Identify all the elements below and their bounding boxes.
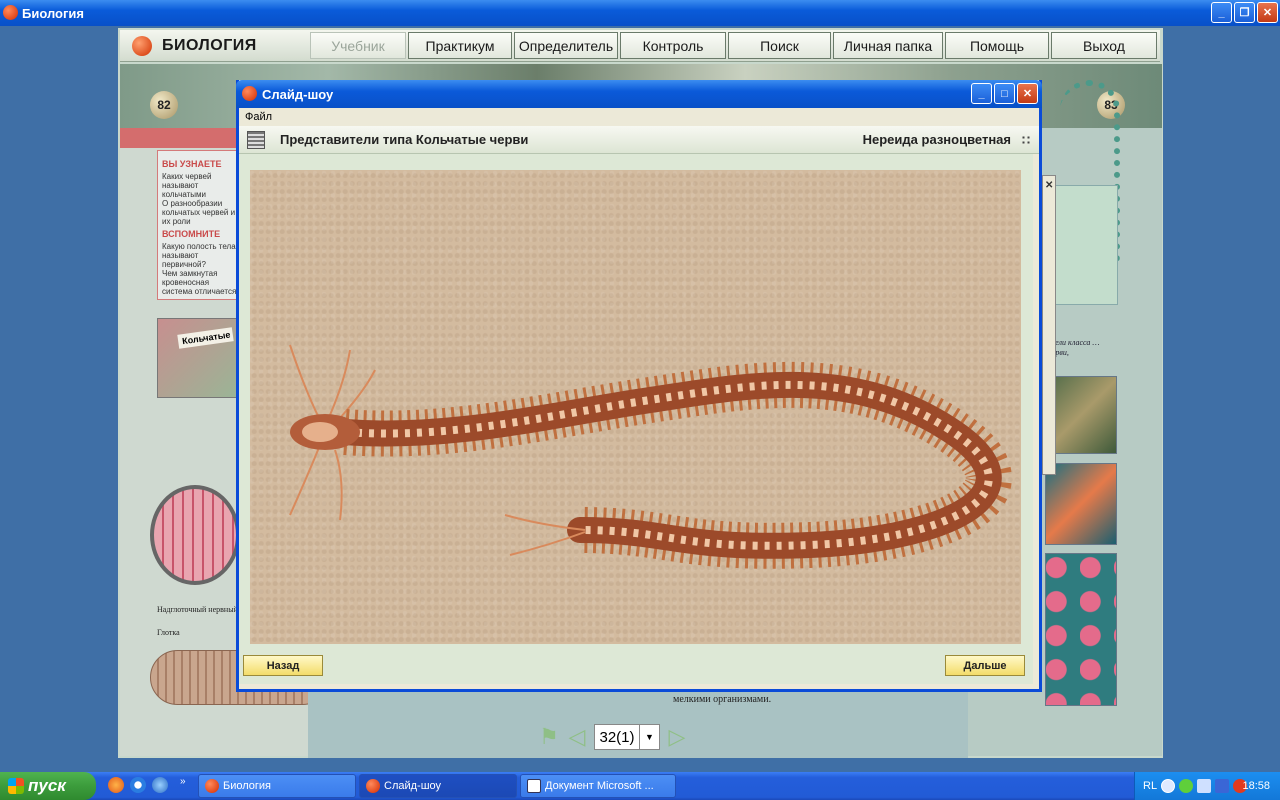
- brand-label: БИОЛОГИЯ: [162, 36, 257, 54]
- menu-practicum[interactable]: Практикум: [408, 32, 512, 59]
- next-page-icon[interactable]: ▷: [666, 726, 688, 748]
- chevron-down-icon[interactable]: ▼: [640, 724, 660, 750]
- page-input[interactable]: 32(1): [594, 724, 640, 750]
- task-slideshow[interactable]: Слайд-шоу: [359, 774, 517, 798]
- browser-icon[interactable]: [152, 777, 168, 793]
- diagram-label-pharynx: Глотка: [157, 628, 180, 637]
- task-label: Слайд-шоу: [384, 780, 442, 792]
- menu-control[interactable]: Контроль: [620, 32, 726, 59]
- apple-app-icon: [205, 779, 219, 793]
- menu-textbook[interactable]: Учебник: [310, 32, 406, 59]
- classification-card: Кольчатые: [157, 318, 239, 398]
- bookmark-icon[interactable]: ⚑: [538, 726, 560, 748]
- learn-item: Каких червей называют кольчатыми: [162, 172, 212, 199]
- windows-flag-icon: [8, 778, 24, 794]
- slideshow-maximize-button[interactable]: □: [994, 83, 1015, 104]
- menu-identifier[interactable]: Определитель: [514, 32, 618, 59]
- firefox-icon[interactable]: [108, 777, 124, 793]
- task-label: Документ Microsoft ...: [545, 780, 654, 792]
- close-icon[interactable]: ✕: [1045, 180, 1053, 191]
- language-indicator[interactable]: RL: [1143, 780, 1157, 792]
- main-window-titlebar[interactable]: Биология _ ❐ ✕: [0, 0, 1280, 26]
- app-menu-bar: БИОЛОГИЯ Учебник Практикум Определитель …: [120, 30, 1160, 62]
- menu-search[interactable]: Поиск: [728, 32, 831, 59]
- word-document-icon: [527, 779, 541, 793]
- recall-heading: ВСПОМНИТЕ: [162, 229, 221, 239]
- tray-arrow-icon[interactable]: [1161, 779, 1176, 793]
- slideshow-title: Слайд-шоу: [262, 86, 334, 102]
- next-button[interactable]: Дальше: [945, 655, 1025, 676]
- clock: 18:58: [1242, 780, 1270, 792]
- task-label: Биология: [223, 780, 272, 792]
- magnifier-illustration: [150, 485, 240, 585]
- side-panel-edge: ✕: [1042, 175, 1056, 475]
- start-button[interactable]: пуск: [0, 772, 96, 800]
- minimize-button[interactable]: _: [1211, 2, 1232, 23]
- document-icon: [247, 130, 265, 149]
- menu-exit[interactable]: Выход: [1051, 32, 1157, 59]
- learn-item: О разнообразии кольчатых червей и их рол…: [162, 199, 236, 226]
- slideshow-header: Представители типа Кольчатые черви Нереи…: [239, 126, 1039, 154]
- learn-heading: ВЫ УЗНАЕТЕ: [162, 159, 222, 169]
- main-window-title: Биология: [22, 5, 84, 21]
- section-title: Представители типа Кольчатые черви: [280, 132, 529, 147]
- apple-logo-icon: [132, 35, 152, 56]
- back-button[interactable]: Назад: [243, 655, 323, 676]
- task-word-document[interactable]: Документ Microsoft ...: [520, 774, 676, 798]
- menu-personal-folder[interactable]: Личная папка: [833, 32, 943, 59]
- taskbar: пуск » Биология Слайд-шоу Документ Micro…: [0, 772, 1280, 800]
- shield-icon[interactable]: [1179, 779, 1194, 793]
- volume-icon[interactable]: [1197, 779, 1212, 793]
- learn-box: ВЫ УЗНАЕТЕ Каких червей называют кольчат…: [157, 150, 242, 300]
- restore-button[interactable]: ❐: [1234, 2, 1255, 23]
- media-player-icon[interactable]: [130, 777, 146, 793]
- right-photo-2: [1045, 463, 1117, 545]
- page-navigator: ⚑ ◁ 32(1) ▼ ▷: [538, 724, 688, 750]
- right-side-text: …ели класса …черви,: [1048, 338, 1100, 357]
- slideshow-minimize-button[interactable]: _: [971, 83, 992, 104]
- quicklaunch-more-icon[interactable]: »: [180, 776, 186, 787]
- slide-title: Нереида разноцветная: [862, 132, 1011, 147]
- apple-app-icon: [3, 5, 18, 20]
- prev-page-icon[interactable]: ◁: [566, 726, 588, 748]
- card-label: Кольчатые: [177, 327, 234, 349]
- menu-file[interactable]: Файл: [245, 111, 272, 123]
- slideshow-menu-bar: Файл: [239, 108, 1039, 126]
- footer-text: мелкими организмами.: [673, 694, 772, 705]
- recall-item: Какую полость тела называют первичной?: [162, 242, 236, 269]
- recall-item: Чем замкнутая кровеносная система отлича…: [162, 269, 237, 296]
- system-tray: RL 18:58: [1134, 772, 1280, 800]
- menu-help[interactable]: Помощь: [945, 32, 1049, 59]
- slideshow-close-button[interactable]: ✕: [1017, 83, 1038, 104]
- brand: БИОЛОГИЯ: [120, 35, 310, 56]
- right-photo-3: [1045, 553, 1117, 706]
- slideshow-titlebar[interactable]: Слайд-шоу _ □ ✕: [236, 80, 1042, 108]
- task-biology[interactable]: Биология: [198, 774, 356, 798]
- page-number-left: 82: [150, 91, 178, 119]
- start-label: пуск: [28, 776, 66, 795]
- apple-app-icon: [366, 779, 380, 793]
- apple-app-icon: [242, 86, 257, 101]
- close-button[interactable]: ✕: [1257, 2, 1278, 23]
- page-red-band: [120, 128, 240, 148]
- grid-icon[interactable]: [1021, 135, 1031, 145]
- nereis-illustration: [250, 170, 1021, 644]
- network-icon[interactable]: [1215, 779, 1230, 793]
